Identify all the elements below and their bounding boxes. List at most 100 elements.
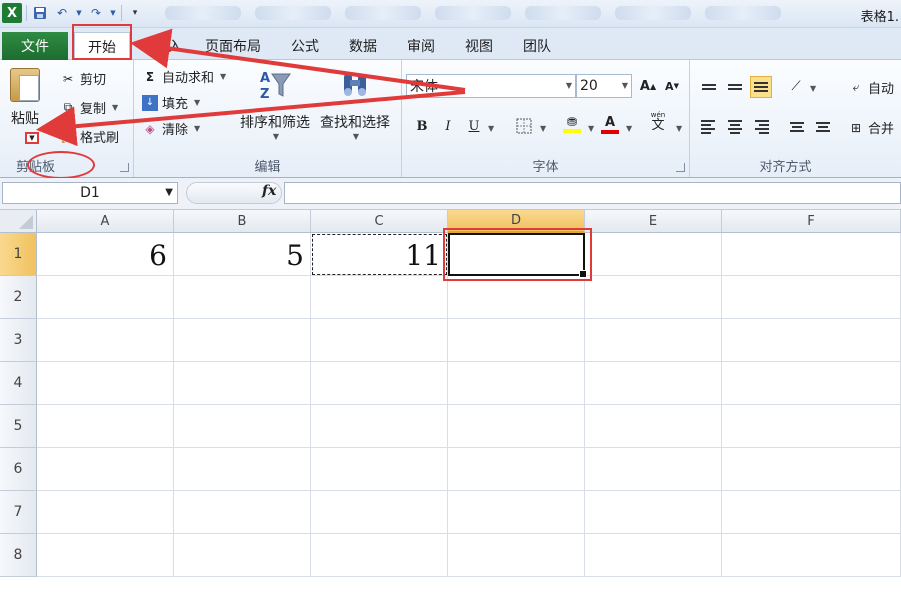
cell-b2[interactable] [174,276,311,319]
sort-filter-button[interactable]: A Z 排序和筛选 ▼ [240,68,310,141]
cell-c7[interactable] [311,491,448,534]
font-name-dropdown-icon[interactable]: ▼ [566,81,572,90]
row-header-6[interactable]: 6 [0,448,37,491]
cell-a4[interactable] [37,362,174,405]
cell-d6[interactable] [448,448,585,491]
cell-b5[interactable] [174,405,311,448]
bold-button[interactable]: B [412,116,432,136]
cell-f4[interactable] [722,362,901,405]
column-header-c[interactable]: C [311,210,448,233]
underline-dropdown-icon[interactable]: ▼ [488,124,494,133]
sort-filter-dropdown-icon[interactable]: ▼ [273,132,279,141]
cell-f5[interactable] [722,405,901,448]
cell-e7[interactable] [585,491,722,534]
cell-c6[interactable] [311,448,448,491]
tab-data[interactable]: 数据 [340,32,386,60]
save-icon[interactable] [31,4,49,22]
select-all-button[interactable] [0,210,37,233]
cell-e6[interactable] [585,448,722,491]
column-header-f[interactable]: F [722,210,901,233]
italic-button[interactable]: I [438,116,458,136]
cell-f2[interactable] [722,276,901,319]
row-header-2[interactable]: 2 [0,276,37,319]
cell-c2[interactable] [311,276,448,319]
font-color-button[interactable]: A [600,114,620,134]
row-header-7[interactable]: 7 [0,491,37,534]
cell-b1[interactable]: 5 [174,233,311,276]
increase-indent-button[interactable] [812,116,834,138]
fill-color-button[interactable]: ⛃ [562,114,582,134]
column-header-e[interactable]: E [585,210,722,233]
grow-font-button[interactable]: A ▲ [638,76,658,96]
find-select-button[interactable]: 查找和选择 ▼ [320,68,390,141]
tab-page-layout[interactable]: 页面布局 [200,32,266,60]
font-size-dropdown-icon[interactable]: ▼ [622,81,628,90]
align-middle-button[interactable] [724,76,746,98]
cell-b8[interactable] [174,534,311,577]
cell-e2[interactable] [585,276,722,319]
name-box[interactable]: D1 ▼ [2,182,178,204]
cell-f7[interactable] [722,491,901,534]
cell-e5[interactable] [585,405,722,448]
cell-d2[interactable] [448,276,585,319]
formula-input[interactable] [284,182,901,204]
fill-button[interactable]: ↓ 填充 ▼ [142,93,200,112]
tab-formulas[interactable]: 公式 [282,32,328,60]
row-header-8[interactable]: 8 [0,534,37,577]
cell-d3[interactable] [448,319,585,362]
cell-e4[interactable] [585,362,722,405]
cell-a1[interactable]: 6 [37,233,174,276]
column-header-a[interactable]: A [37,210,174,233]
copy-dropdown-icon[interactable]: ▼ [112,103,118,112]
fill-dropdown-icon[interactable]: ▼ [194,98,200,107]
shrink-font-button[interactable]: A ▼ [662,76,682,96]
cell-b3[interactable] [174,319,311,362]
align-left-button[interactable] [698,116,720,138]
cell-f3[interactable] [722,319,901,362]
cell-f8[interactable] [722,534,901,577]
tab-team[interactable]: 团队 [514,32,560,60]
find-select-dropdown-icon[interactable]: ▼ [353,132,359,141]
cell-b7[interactable] [174,491,311,534]
paste-dropdown-icon[interactable]: ▼ [25,132,39,144]
cell-f6[interactable] [722,448,901,491]
format-painter-button[interactable]: 🖌 格式刷 [60,127,119,147]
cell-c4[interactable] [311,362,448,405]
underline-button[interactable]: U [464,116,484,136]
phonetic-button[interactable]: wén 文 [648,112,668,133]
tab-review[interactable]: 审阅 [398,32,444,60]
cell-d4[interactable] [448,362,585,405]
cell-a2[interactable] [37,276,174,319]
worksheet-grid[interactable]: ABCDEF 12345678 6 5 11 [0,210,901,602]
row-header-4[interactable]: 4 [0,362,37,405]
font-size-combo[interactable]: 20 ▼ [576,74,632,98]
tab-insert[interactable]: 插入 [140,32,196,60]
customize-qat-icon[interactable]: ▾ [126,4,144,22]
cell-c3[interactable] [311,319,448,362]
column-header-b[interactable]: B [174,210,311,233]
align-center-button[interactable] [724,116,746,138]
clear-button[interactable]: ◈ 清除 ▼ [142,119,200,139]
insert-function-icon[interactable]: fx [262,183,276,199]
cell-e3[interactable] [585,319,722,362]
cell-a8[interactable] [37,534,174,577]
row-header-5[interactable]: 5 [0,405,37,448]
border-icon[interactable] [514,116,534,136]
cell-a3[interactable] [37,319,174,362]
cell-a7[interactable] [37,491,174,534]
cell-d8[interactable] [448,534,585,577]
fill-color-dropdown-icon[interactable]: ▼ [588,124,594,133]
name-box-dropdown-icon[interactable]: ▼ [165,187,173,198]
align-top-button[interactable] [698,76,720,98]
paste-button[interactable]: 粘贴 [10,68,40,128]
copy-button[interactable]: ⧉ 复制 ▼ [60,98,118,117]
phonetic-dropdown-icon[interactable]: ▼ [676,124,682,133]
autosum-dropdown-icon[interactable]: ▼ [220,72,226,81]
merge-button[interactable]: ⊞ 合并 [848,118,894,138]
align-bottom-button[interactable] [750,76,772,98]
orientation-icon[interactable]: ⟋ [786,76,806,96]
font-color-dropdown-icon[interactable]: ▼ [626,124,632,133]
excel-app-icon[interactable]: X [2,3,22,23]
clipboard-dialog-launcher[interactable] [120,163,129,172]
undo-dropdown-icon[interactable]: ▼ [75,4,83,22]
